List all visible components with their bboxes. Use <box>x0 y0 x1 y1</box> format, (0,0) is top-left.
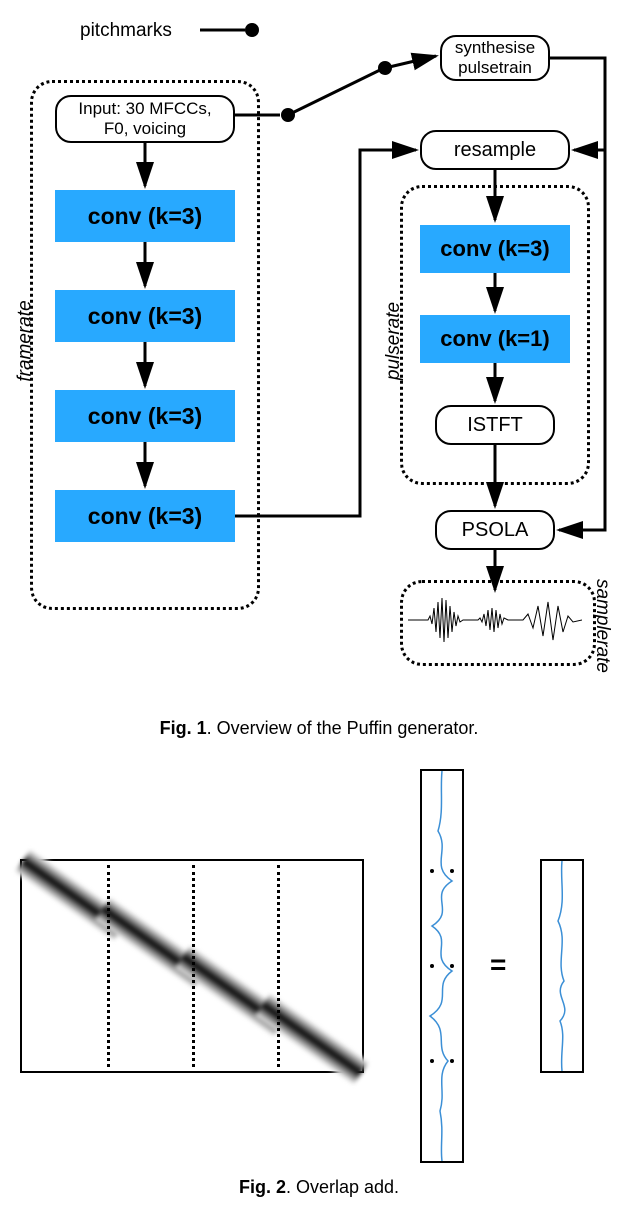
samplerate-label: samplerate <box>591 579 613 673</box>
result-wave-icon <box>542 861 582 1071</box>
framerate-label: framerate <box>15 300 37 381</box>
result-strip <box>540 859 584 1073</box>
fig2-diagram: = <box>20 769 618 1159</box>
left-conv1: conv (k=3) <box>55 190 235 242</box>
fig2-caption: Fig. 2. Overlap add. <box>20 1177 618 1198</box>
right-conv1: conv (k=3) <box>420 225 570 273</box>
input-l1: Input: 30 MFCCs, <box>78 99 211 119</box>
fig2-caption-bold: Fig. 2 <box>239 1177 286 1197</box>
resample-node: resample <box>420 130 570 170</box>
fig1-diagram: pitchmarks synthesise pulsetrain framera… <box>20 20 618 700</box>
fig2-caption-rest: . Overlap add. <box>286 1177 399 1197</box>
fig1-caption: Fig. 1. Overview of the Puffin generator… <box>20 718 618 739</box>
input-node: Input: 30 MFCCs, F0, voicing <box>55 95 235 143</box>
pitchmarks-label: pitchmarks <box>80 20 172 42</box>
overlap-wave-icon <box>422 771 462 1161</box>
synth-l1: synthesise <box>455 38 535 58</box>
left-conv4: conv (k=3) <box>55 490 235 542</box>
left-conv3: conv (k=3) <box>55 390 235 442</box>
right-conv2: conv (k=1) <box>420 315 570 363</box>
psola-node: PSOLA <box>435 510 555 550</box>
synth-l2: pulsetrain <box>458 58 532 78</box>
pulserate-label: pulserate <box>383 302 405 380</box>
input-l2: F0, voicing <box>104 119 186 139</box>
fig1-caption-bold: Fig. 1 <box>160 718 207 738</box>
equals-sign: = <box>490 949 506 981</box>
synthesise-pulsetrain-node: synthesise pulsetrain <box>440 35 550 81</box>
istft-node: ISTFT <box>435 405 555 445</box>
overlap-strip <box>420 769 464 1163</box>
fig1-caption-rest: . Overview of the Puffin generator. <box>207 718 479 738</box>
ola-matrix <box>20 859 364 1073</box>
left-conv2: conv (k=3) <box>55 290 235 342</box>
waveform-icon <box>408 588 582 652</box>
